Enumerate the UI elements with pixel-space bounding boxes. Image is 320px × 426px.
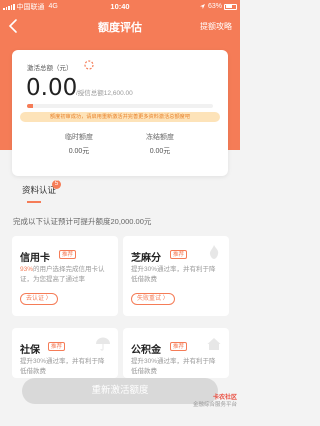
watermark-brand: 卡农社区 [212, 395, 237, 401]
watermark-subtitle: 金融综合服务平台 [192, 402, 237, 408]
battery-icon [224, 3, 237, 10]
recommend-tag: 推荐 [48, 342, 66, 351]
section-badge: 5 [52, 180, 61, 189]
watermark: 卡农社区 金融综合服务平台 [193, 395, 237, 409]
item-name: 芝麻分 [131, 253, 161, 264]
retry-button[interactable]: 失败重试 〉 [131, 293, 175, 305]
temp-credit-value: 0.00元 [68, 148, 90, 155]
flame-icon [209, 245, 219, 259]
section-subtitle: 完成以下认证预计可提升额度20,000.00元 [13, 217, 152, 226]
frozen-credit-value: 0.00元 [149, 148, 171, 155]
section-underline [27, 201, 41, 203]
credit-card-auth-item[interactable]: 信用卡 推荐 93%的用户选择完成信用卡认证，为您提高了通过率 去认证 〉 [12, 236, 118, 316]
strategy-link[interactable]: 提额攻略 [200, 21, 232, 32]
frozen-credit-label: 冻结额度 [146, 134, 174, 141]
temp-credit-label: 临时额度 [65, 134, 93, 141]
notice-banner: 额度初审成功，请启用重新激活并完善更多资料激活总额度吧 [20, 112, 220, 122]
umbrella-icon [96, 337, 110, 351]
reactivate-credit-button[interactable]: 重新激活额度 [22, 378, 218, 404]
credit-summary-card: 激活总额（元） 0.00 /授信总额12,600.00 额度初审成功，请启用重新… [12, 50, 228, 176]
item-description: 提升30%通过率，并有利于降低借款费 [131, 358, 216, 375]
go-authenticate-button[interactable]: 去认证 〉 [20, 293, 58, 305]
activation-label: 激活总额（元） [27, 65, 73, 72]
sesame-score-auth-item[interactable]: 芝麻分 推荐 提升30%通过率，并有利于降低借款费 失败重试 〉 [123, 236, 229, 316]
item-name: 社保 [20, 345, 40, 356]
refresh-icon[interactable] [83, 59, 95, 71]
item-description: 提升30%通过率，并有利于降低借款费 [20, 358, 105, 375]
activation-progress [27, 104, 213, 108]
activated-amount: 0.00 [26, 75, 78, 101]
housing-fund-auth-item[interactable]: 公积金 推荐 提升30%通过率，并有利于降低借款费 [123, 328, 229, 378]
item-description-highlight: 93% [20, 266, 34, 273]
item-name: 公积金 [131, 345, 161, 356]
clock: 10:40 [110, 2, 130, 11]
item-description-text: 的用户选择完成信用卡认证，为您提高了通过率 [20, 266, 105, 283]
house-icon [207, 338, 221, 350]
nav-bar: 额度评估 提额攻略 [0, 14, 240, 38]
section-title: 资料认证 [22, 185, 57, 195]
item-description: 93%的用户选择完成信用卡认证，为您提高了通过率 [20, 265, 108, 284]
frozen-credit: 冻结额度 0.00元 [120, 132, 200, 156]
recommend-tag: 推荐 [59, 250, 77, 259]
recommend-tag: 推荐 [170, 250, 188, 259]
credit-total: /授信总额12,600.00 [76, 90, 133, 97]
social-security-auth-item[interactable]: 社保 推荐 提升30%通过率，并有利于降低借款费 [12, 328, 118, 378]
temp-credit: 临时额度 0.00元 [39, 132, 119, 156]
status-bar: 中国联通 4G 10:40 63% [0, 0, 240, 13]
progress-fill [27, 104, 33, 108]
recommend-tag: 推荐 [170, 342, 188, 351]
item-description: 提升30%通过率，并有利于降低借款费 [131, 266, 216, 283]
item-name: 信用卡 [20, 253, 50, 264]
